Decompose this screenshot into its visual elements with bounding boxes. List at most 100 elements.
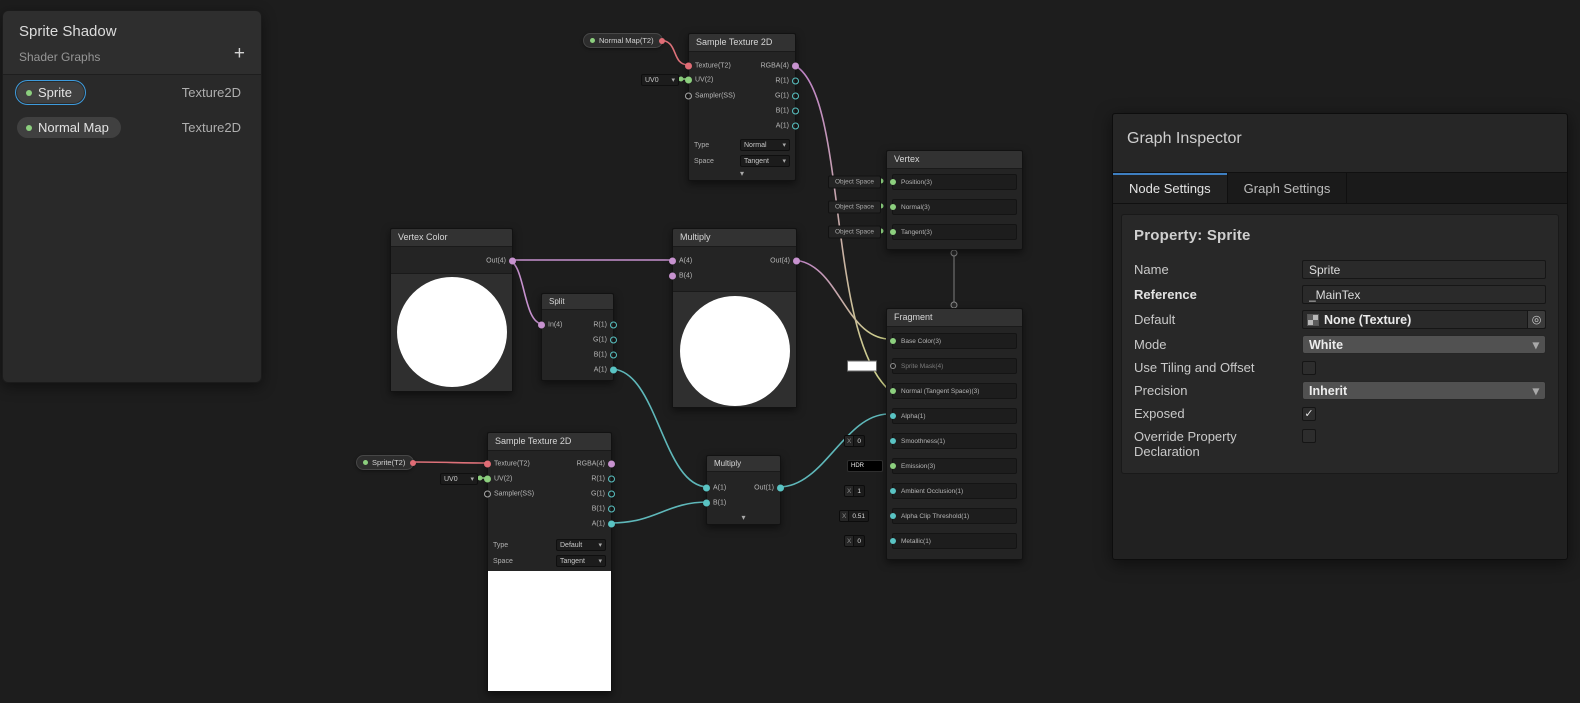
sprite-mask-color-swatch[interactable]	[847, 360, 877, 372]
space-dropdown[interactable]: Tangent	[556, 555, 606, 567]
node-split[interactable]: Split In(4) R(1) G(1) B(1) A(1)	[538, 293, 617, 381]
fragment-ambient-occlusion-row[interactable]: Ambient Occlusion(1)	[890, 483, 1017, 499]
vertex-tangent-row[interactable]: Tangent(3)	[890, 224, 1017, 240]
node-vertex-block[interactable]: Vertex Position(3) Normal(3) Tangent(3) …	[828, 150, 1023, 250]
fragment-alpha-clip-row[interactable]: Alpha Clip Threshold(1)	[890, 508, 1017, 524]
texture-output-port[interactable]	[658, 37, 665, 44]
space-binding-dropdown[interactable]: Object Space	[828, 200, 881, 214]
node-sample-texture-2d-sprite[interactable]: Sample Texture 2D Texture(T2) UV(2) Samp…	[440, 432, 615, 692]
override-declaration-checkbox[interactable]	[1302, 429, 1316, 443]
preview-collapse-chevron-icon[interactable]	[689, 169, 795, 180]
smoothness-input-port[interactable]	[890, 438, 896, 444]
base-color-input-port[interactable]	[890, 338, 896, 344]
type-dropdown[interactable]: Normal	[740, 139, 790, 151]
smoothness-value-field[interactable]: X0	[844, 435, 865, 447]
normal-tangent-space-input-port[interactable]	[890, 388, 896, 394]
default-texture-object-field[interactable]: None (Texture) ◎	[1302, 310, 1546, 329]
object-picker-icon[interactable]: ◎	[1527, 311, 1545, 328]
tangent-input-port[interactable]	[890, 229, 896, 235]
alpha-clip-threshold-value-field[interactable]: X 0.51	[839, 510, 869, 522]
tab-node-settings[interactable]: Node Settings	[1113, 173, 1228, 203]
uv-channel-dropdown[interactable]: UV0	[641, 74, 679, 86]
rgba-output-port[interactable]	[792, 62, 799, 70]
vertex-normal-row[interactable]: Normal(3)	[890, 199, 1017, 215]
b-input-port[interactable]	[703, 499, 710, 507]
blackboard-item-sprite[interactable]: Sprite Texture2D	[3, 75, 261, 110]
g-output-port[interactable]	[792, 92, 799, 100]
fragment-smoothness-row[interactable]: Smoothness(1)	[890, 433, 1017, 449]
property-node-sprite[interactable]: Sprite(T2)	[356, 455, 417, 470]
vertex-position-row[interactable]: Position(3)	[890, 174, 1017, 190]
node-multiply-alpha[interactable]: Multiply A(1) B(1) Out(1)	[703, 455, 784, 525]
blackboard-header[interactable]: Sprite Shadow Shader Graphs +	[3, 11, 261, 75]
g-output-port[interactable]	[610, 336, 617, 344]
reference-input[interactable]	[1302, 285, 1546, 304]
node-multiply-color[interactable]: Multiply A(4) B(4) Out(4)	[669, 228, 800, 408]
node-title[interactable]: Sample Texture 2D	[488, 433, 611, 451]
fragment-alpha-row[interactable]: Alpha(1)	[890, 408, 1017, 424]
r-output-port[interactable]	[608, 475, 615, 483]
space-binding-dropdown[interactable]: Object Space	[828, 225, 881, 239]
blackboard-item-normal-map[interactable]: Normal Map Texture2D	[3, 110, 261, 145]
uv-channel-dropdown[interactable]: UV0	[440, 473, 478, 485]
emission-hdr-color-swatch[interactable]: HDR	[847, 460, 883, 472]
metallic-input-port[interactable]	[890, 538, 896, 544]
tab-graph-settings[interactable]: Graph Settings	[1228, 173, 1348, 203]
out-output-port[interactable]	[509, 257, 516, 265]
alpha-input-port[interactable]	[890, 413, 896, 419]
node-title[interactable]: Vertex	[887, 151, 1022, 169]
node-fragment-block[interactable]: Fragment Base Color(3) Sprite Mask(4) No…	[839, 308, 1023, 560]
texture-input-port[interactable]	[685, 62, 692, 70]
emission-input-port[interactable]	[890, 463, 896, 469]
metallic-value-field[interactable]: X0	[844, 535, 865, 547]
a-output-port[interactable]	[608, 520, 615, 528]
uv-input-port[interactable]	[484, 475, 491, 483]
texture-input-port[interactable]	[484, 460, 491, 468]
position-input-port[interactable]	[890, 179, 896, 185]
fragment-metallic-row[interactable]: Metallic(1)	[890, 533, 1017, 549]
mode-dropdown[interactable]: White	[1302, 335, 1546, 354]
a-output-port[interactable]	[792, 122, 799, 130]
inspector-header[interactable]: Graph Inspector	[1113, 114, 1567, 172]
r-output-port[interactable]	[792, 77, 799, 85]
normal-input-port[interactable]	[890, 204, 896, 210]
node-title[interactable]: Multiply	[707, 456, 780, 472]
texture-output-port[interactable]	[410, 459, 417, 466]
out-output-port[interactable]	[793, 257, 800, 265]
sampler-input-port[interactable]	[484, 490, 491, 498]
exposed-checkbox[interactable]	[1302, 406, 1316, 421]
fragment-emission-row[interactable]: Emission(3)	[890, 458, 1017, 474]
b-input-port[interactable]	[669, 272, 676, 280]
node-title[interactable]: Multiply	[673, 229, 796, 247]
a-input-port[interactable]	[669, 257, 676, 265]
tiling-offset-checkbox[interactable]	[1302, 360, 1316, 375]
precision-dropdown[interactable]: Inherit	[1302, 381, 1546, 400]
fragment-base-color-row[interactable]: Base Color(3)	[890, 333, 1017, 349]
b-output-port[interactable]	[792, 107, 799, 115]
rgba-output-port[interactable]	[608, 460, 615, 468]
space-binding-dropdown[interactable]: Object Space	[828, 175, 881, 189]
fragment-normal-row[interactable]: Normal (Tangent Space)(3)	[890, 383, 1017, 399]
sprite-mask-input-port[interactable]	[890, 363, 896, 369]
uv-input-port[interactable]	[685, 76, 692, 84]
ambient-occlusion-input-port[interactable]	[890, 488, 896, 494]
alpha-clip-threshold-input-port[interactable]	[890, 513, 896, 519]
add-property-button[interactable]: +	[234, 44, 245, 63]
b-output-port[interactable]	[610, 351, 617, 359]
node-sample-texture-2d-normal[interactable]: Sample Texture 2D Texture(T2) UV(2) Samp…	[641, 33, 799, 181]
node-title[interactable]: Fragment	[887, 309, 1022, 327]
property-pill[interactable]: Sprite	[17, 82, 84, 103]
node-title[interactable]: Split	[542, 294, 613, 310]
type-dropdown[interactable]: Default	[556, 539, 606, 551]
ambient-occlusion-value-field[interactable]: X1	[844, 485, 865, 497]
node-title[interactable]: Vertex Color	[391, 229, 512, 247]
a-output-port[interactable]	[610, 366, 617, 374]
out-output-port[interactable]	[777, 484, 784, 492]
a-input-port[interactable]	[703, 484, 710, 492]
node-vertex-color[interactable]: Vertex Color Out(4)	[390, 228, 516, 392]
r-output-port[interactable]	[610, 321, 617, 329]
g-output-port[interactable]	[608, 490, 615, 498]
property-pill[interactable]: Normal Map	[17, 117, 121, 138]
space-dropdown[interactable]: Tangent	[740, 155, 790, 167]
in-input-port[interactable]	[538, 321, 545, 329]
